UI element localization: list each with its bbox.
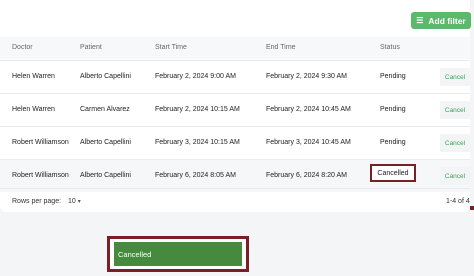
status-cell: Pending — [380, 139, 406, 146]
pagination-range: 1-4 of 4 — [446, 198, 470, 205]
filter-icon: ☰ — [416, 15, 424, 25]
doctor-cell: Robert Williamson — [12, 139, 69, 146]
end-time-cell: February 2, 2024 9:30 AM — [266, 73, 347, 80]
cancel-button[interactable]: Cancel — [440, 167, 470, 185]
patient-cell: Alberto Capellini — [80, 73, 131, 80]
chevron-down-icon: ▾ — [77, 199, 81, 205]
patient-cell: Alberto Capellini — [80, 172, 131, 179]
rows-per-page-value: 10 — [68, 198, 76, 205]
rows-per-page-select[interactable]: 10 ▾ — [68, 198, 81, 205]
table-row: Robert Williamson Alberto Capellini Febr… — [0, 126, 470, 159]
doctor-cell: Helen Warren — [12, 106, 55, 113]
table-row: Helen Warren Alberto Capellini February … — [0, 60, 470, 93]
column-header-status[interactable]: Status — [380, 44, 400, 51]
toast-notification: Cancelled — [114, 242, 242, 266]
patient-cell: Carmen Alvarez — [80, 106, 130, 113]
cancel-button[interactable]: Cancel — [440, 101, 470, 119]
pagination-bar: Rows per page: 10 ▾ 1-4 of 4 — [0, 188, 470, 213]
start-time-cell: February 6, 2024 8:05 AM — [155, 172, 236, 179]
status-badge-cancelled: Cancelled — [370, 164, 416, 182]
end-time-cell: February 2, 2024 10:45 AM — [266, 106, 351, 113]
toast-highlight: Cancelled — [107, 236, 249, 272]
status-cell: Pending — [380, 106, 406, 113]
start-time-cell: February 2, 2024 9:00 AM — [155, 73, 236, 80]
status-cell: Pending — [380, 73, 406, 80]
table-row: Helen Warren Carmen Alvarez February 2, … — [0, 93, 470, 126]
annotation-marker — [470, 206, 474, 210]
cancel-button[interactable]: Cancel — [440, 68, 470, 86]
doctor-cell: Helen Warren — [12, 73, 55, 80]
cancel-button[interactable]: Cancel — [440, 134, 470, 152]
table-header: Doctor Patient Start Time End Time Statu… — [0, 37, 470, 59]
column-header-doctor[interactable]: Doctor — [12, 44, 33, 51]
add-filter-button[interactable]: ☰ Add filter — [411, 12, 471, 29]
start-time-cell: February 3, 2024 10:15 AM — [155, 139, 240, 146]
end-time-cell: February 6, 2024 8:20 AM — [266, 172, 347, 179]
column-header-start-time[interactable]: Start Time — [155, 44, 187, 51]
column-header-patient[interactable]: Patient — [80, 44, 102, 51]
patient-cell: Alberto Capellini — [80, 139, 131, 146]
start-time-cell: February 2, 2024 10:15 AM — [155, 106, 240, 113]
column-header-end-time[interactable]: End Time — [266, 44, 296, 51]
rows-per-page-label: Rows per page: — [12, 198, 62, 205]
add-filter-label: Add filter — [428, 15, 466, 26]
doctor-cell: Robert Williamson — [12, 172, 69, 179]
end-time-cell: February 3, 2024 10:45 AM — [266, 139, 351, 146]
